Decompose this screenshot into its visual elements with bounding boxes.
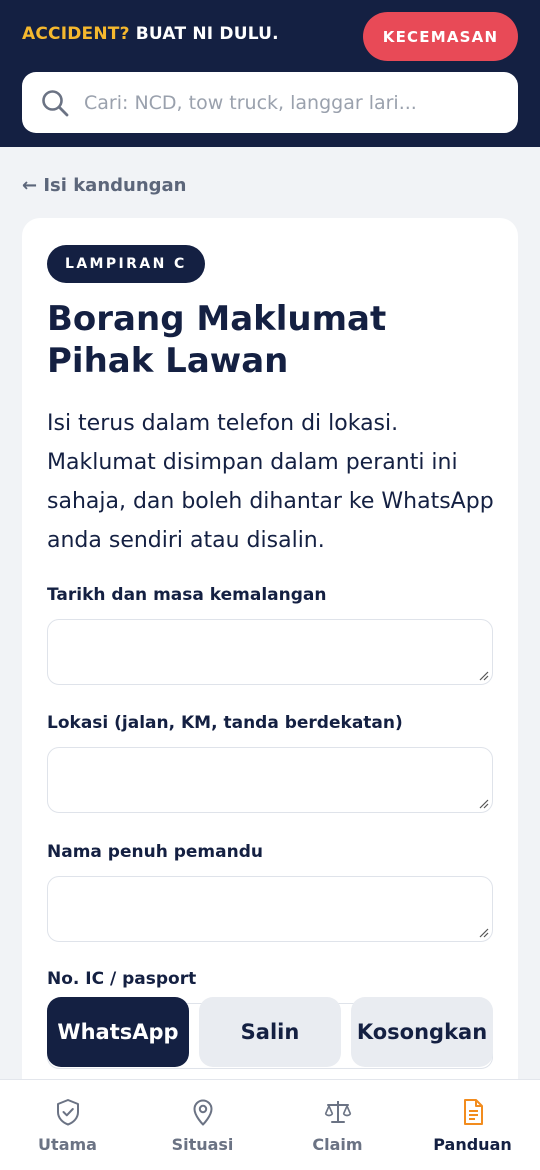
clear-button[interactable]: Kosongkan [351, 997, 493, 1067]
search-icon [42, 89, 69, 116]
field-label-ic-passport: No. IC / pasport [47, 969, 197, 989]
scale-icon [324, 1101, 351, 1123]
appendix-badge: LAMPIRAN C [47, 245, 205, 283]
tab-situasi[interactable]: Situasi [135, 1080, 270, 1170]
map-pin-icon [193, 1099, 212, 1126]
form-action-bar: WhatsApp Salin Kosongkan [47, 997, 493, 1067]
back-to-contents-link[interactable]: ← Isi kandungan [22, 175, 187, 196]
shield-check-icon [56, 1099, 79, 1126]
emergency-button[interactable]: KECEMASAN [363, 12, 518, 61]
tab-label: Situasi [171, 1135, 234, 1154]
tab-utama[interactable]: Utama [0, 1080, 135, 1170]
top-header: ACCIDENT? BUAT NI DULU. KECEMASAN [0, 0, 540, 147]
tab-claim[interactable]: Claim [270, 1080, 405, 1170]
field-label-datetime: Tarikh dan masa kemalangan [47, 585, 327, 605]
search-bar[interactable] [22, 72, 518, 133]
search-input[interactable] [82, 90, 486, 115]
tab-label: Panduan [433, 1135, 512, 1154]
page-title: Borang Maklumat Pihak Lawan [47, 299, 387, 381]
resize-grip-icon[interactable] [477, 926, 489, 938]
tab-panduan[interactable]: Panduan [405, 1080, 540, 1170]
resize-grip-icon[interactable] [477, 797, 489, 809]
driver-name-field[interactable] [47, 876, 493, 942]
tab-label: Utama [38, 1135, 97, 1154]
copy-button[interactable]: Salin [199, 997, 341, 1067]
brand-rest: BUAT NI DULU. [129, 24, 279, 44]
whatsapp-button[interactable]: WhatsApp [47, 997, 189, 1067]
datetime-field[interactable] [47, 619, 493, 685]
bottom-tab-bar: Utama Situasi Claim Panduan [0, 1079, 540, 1170]
form-intro: Isi terus dalam telefon di lokasi. Maklu… [47, 411, 494, 553]
resize-grip-icon[interactable] [477, 669, 489, 681]
field-label-location: Lokasi (jalan, KM, tanda berdekatan) [47, 713, 403, 733]
form-card: LAMPIRAN C Borang Maklumat Pihak Lawan I… [22, 218, 518, 1118]
brand-accent: ACCIDENT? [22, 24, 130, 44]
brand-tagline: ACCIDENT? BUAT NI DULU. [22, 24, 279, 44]
field-label-driver-name: Nama penuh pemandu [47, 842, 263, 862]
document-icon [463, 1099, 483, 1125]
tab-label: Claim [312, 1135, 363, 1154]
location-field[interactable] [47, 747, 493, 813]
